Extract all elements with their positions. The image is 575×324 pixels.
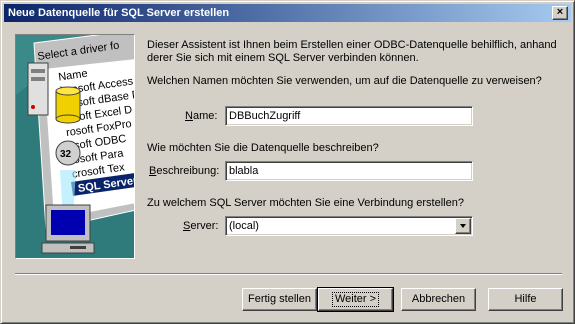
intro-text: Dieser Assistent ist Ihnen beim Erstelle…	[147, 39, 557, 64]
name-label: Name:	[185, 110, 218, 122]
badge-label: 32	[60, 149, 72, 160]
server-dropdown-button[interactable]	[455, 218, 471, 234]
description-label: Beschreibung:	[149, 165, 220, 177]
next-button[interactable]: Weiter >	[317, 287, 394, 312]
next-button-label: Weiter >	[331, 292, 380, 307]
description-question: Wie möchten Sie die Datenquelle beschrei…	[147, 142, 379, 154]
name-field[interactable]	[225, 106, 473, 126]
help-button[interactable]: Hilfe	[488, 288, 563, 311]
odbc-illustration-graphic: Select a driver fo Name icrosoft Access …	[16, 35, 134, 258]
close-button[interactable]: ×	[552, 6, 568, 20]
description-input[interactable]	[226, 162, 472, 180]
title-bar[interactable]: Neue Datenquelle für SQL Server erstelle…	[4, 4, 571, 22]
help-button-label: Hilfe	[514, 293, 537, 305]
server-select[interactable]: (local)	[225, 216, 473, 236]
database-icon	[55, 86, 81, 124]
computer-icon	[41, 204, 95, 254]
close-icon: ×	[556, 6, 564, 18]
separator	[15, 273, 562, 275]
finish-button[interactable]: Fertig stellen	[242, 288, 317, 311]
description-field[interactable]	[225, 161, 473, 181]
window-title: Neue Datenquelle für SQL Server erstelle…	[8, 7, 230, 19]
server-icon	[27, 62, 49, 116]
server-question: Zu welchem SQL Server möchten Sie eine V…	[147, 197, 464, 209]
server-select-value: (local)	[229, 220, 259, 232]
name-question: Welchen Namen möchten Sie verwenden, um …	[147, 75, 542, 87]
globe-badge-icon: 32	[55, 140, 81, 166]
name-input[interactable]	[226, 107, 472, 125]
dialog-window: Neue Datenquelle für SQL Server erstelle…	[0, 0, 575, 324]
finish-button-label: Fertig stellen	[248, 293, 311, 305]
server-label: Server:	[183, 220, 219, 232]
wizard-illustration: Select a driver fo Name icrosoft Access …	[15, 34, 135, 259]
cancel-button[interactable]: Abbrechen	[401, 288, 476, 311]
cancel-button-label: Abbrechen	[411, 293, 466, 305]
